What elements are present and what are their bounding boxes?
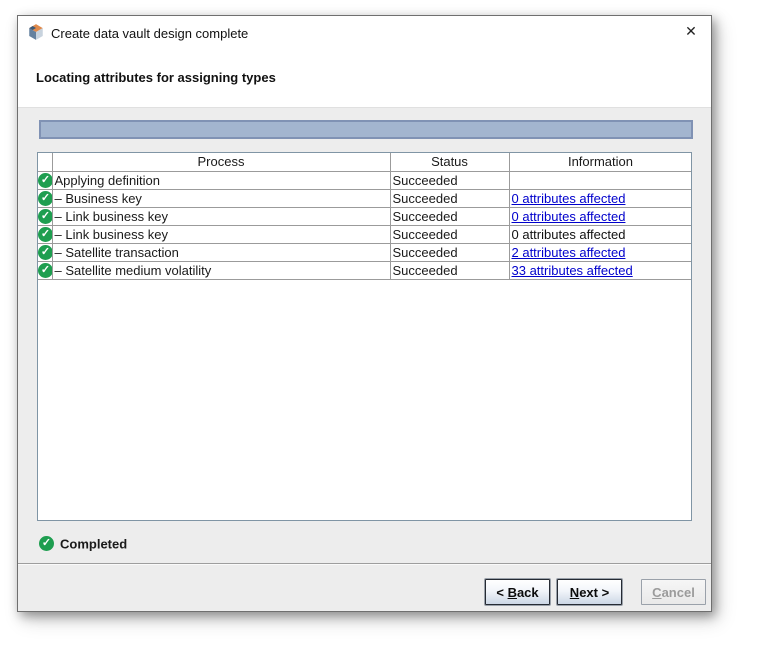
attributes-affected-link[interactable]: 0 attributes affected — [512, 209, 626, 224]
table-row: ✓ – Satellite transaction Succeeded 2 at… — [38, 243, 692, 261]
status-cell: Succeeded — [390, 207, 509, 225]
process-cell: Applying definition — [52, 171, 390, 189]
table-row: ✓ – Link business key Succeeded 0 attrib… — [38, 225, 692, 243]
information-cell: 0 attributes affected — [509, 225, 692, 243]
attributes-affected-text: 0 attributes affected — [512, 227, 626, 242]
column-header-information: Information — [509, 153, 692, 171]
button-bar-divider — [18, 563, 711, 565]
back-button[interactable]: < Back — [485, 579, 550, 605]
column-header-process: Process — [52, 153, 390, 171]
success-icon: ✓ — [38, 191, 52, 206]
app-logo-icon — [27, 23, 45, 41]
information-cell — [509, 171, 692, 189]
attributes-affected-link[interactable]: 2 attributes affected — [512, 245, 626, 260]
results-table: Process Status Information ✓ Applying de… — [38, 153, 692, 280]
title-area: Create data vault design complete ✕ Loca… — [18, 16, 711, 108]
information-cell: 0 attributes affected — [509, 207, 692, 225]
progress-bar — [39, 120, 693, 139]
table-header-row: Process Status Information — [38, 153, 692, 171]
process-cell: – Link business key — [52, 207, 390, 225]
attributes-affected-link[interactable]: 33 attributes affected — [512, 263, 633, 278]
page-title: Locating attributes for assigning types — [36, 70, 276, 85]
status-cell: Succeeded — [390, 189, 509, 207]
window-title: Create data vault design complete — [51, 26, 248, 41]
cancel-button: Cancel — [641, 579, 706, 605]
success-icon: ✓ — [38, 245, 52, 260]
process-cell: – Satellite medium volatility — [52, 261, 390, 279]
information-cell: 0 attributes affected — [509, 189, 692, 207]
completion-status: ✓ Completed — [39, 535, 127, 553]
column-header-status: Status — [390, 153, 509, 171]
success-icon: ✓ — [38, 209, 52, 224]
progress-fill — [41, 122, 691, 137]
status-cell: Succeeded — [390, 243, 509, 261]
process-cell: – Link business key — [52, 225, 390, 243]
table-row: ✓ – Business key Succeeded 0 attributes … — [38, 189, 692, 207]
success-icon: ✓ — [39, 536, 54, 551]
process-cell: – Business key — [52, 189, 390, 207]
table-row: ✓ – Link business key Succeeded 0 attrib… — [38, 207, 692, 225]
process-cell: – Satellite transaction — [52, 243, 390, 261]
success-icon: ✓ — [38, 227, 52, 242]
table-row: ✓ – Satellite medium volatility Succeede… — [38, 261, 692, 279]
status-cell: Succeeded — [390, 261, 509, 279]
attributes-affected-link[interactable]: 0 attributes affected — [512, 191, 626, 206]
table-row: ✓ Applying definition Succeeded — [38, 171, 692, 189]
results-table-scrollpane: Process Status Information ✓ Applying de… — [37, 152, 692, 521]
close-icon[interactable]: ✕ — [682, 22, 700, 40]
column-header-icon — [38, 153, 52, 171]
status-cell: Succeeded — [390, 171, 509, 189]
wizard-dialog: Create data vault design complete ✕ Loca… — [17, 15, 712, 612]
completion-label: Completed — [60, 536, 127, 551]
information-cell: 33 attributes affected — [509, 261, 692, 279]
next-button[interactable]: Next > — [557, 579, 622, 605]
status-cell: Succeeded — [390, 225, 509, 243]
information-cell: 2 attributes affected — [509, 243, 692, 261]
success-icon: ✓ — [38, 173, 52, 188]
success-icon: ✓ — [38, 263, 52, 278]
